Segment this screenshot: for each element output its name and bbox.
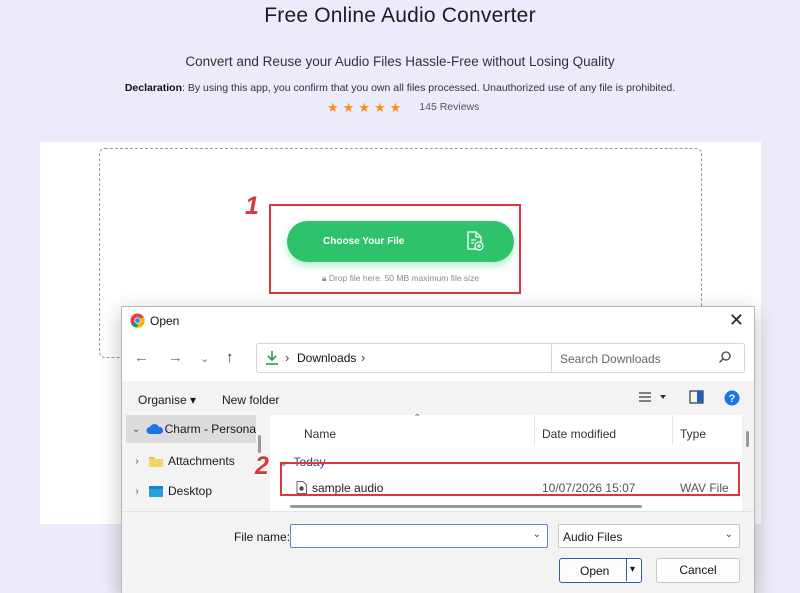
rating: ★ ★ ★ ★ ★ 145 Reviews	[327, 99, 479, 115]
navigation-pane: ⌄ Charm - Persona › Attachments › Deskto…	[126, 415, 256, 511]
svg-text:?: ?	[729, 393, 736, 405]
dialog-toolbar: Organise ▾ New folder ?	[122, 381, 754, 415]
nav-item-attachments[interactable]: › Attachments	[126, 447, 256, 475]
split-divider	[626, 559, 627, 581]
reviews-count[interactable]: 145 Reviews	[419, 101, 479, 113]
column-divider[interactable]	[672, 415, 673, 445]
column-header-name[interactable]: Name	[304, 427, 336, 441]
new-folder-button[interactable]: New folder	[222, 393, 279, 407]
file-name-field[interactable]: ⌄	[290, 524, 548, 548]
column-divider[interactable]	[534, 415, 535, 445]
star-icon: ★	[358, 99, 370, 115]
open-file-dialog: Open ✕ ← → ⌄ ↑ › Downloads › ⌄ ↻ Organis…	[121, 306, 755, 593]
star-icon: ★	[389, 99, 402, 115]
forward-arrow-icon[interactable]: →	[168, 349, 183, 366]
page-title: Free Online Audio Converter	[264, 4, 536, 27]
recent-locations-chevron-icon[interactable]: ⌄	[200, 352, 209, 365]
expand-chevron-icon[interactable]: ›	[126, 456, 148, 467]
up-arrow-icon[interactable]: ↑	[226, 349, 234, 366]
callout-number-2: 2	[255, 452, 269, 480]
star-icon: ★	[373, 99, 386, 115]
navigation-bar: ← → ⌄ ↑ › Downloads › ⌄ ↻	[122, 335, 754, 381]
organise-menu[interactable]: Organise ▾	[138, 393, 196, 407]
collapse-chevron-icon[interactable]: ⌄	[126, 424, 146, 435]
file-type-value: Audio Files	[563, 530, 623, 544]
expand-chevron-icon[interactable]: ›	[126, 486, 148, 497]
open-button[interactable]: Open ▾	[559, 558, 642, 583]
page-subtitle: Convert and Reuse your Audio Files Hassl…	[185, 54, 615, 69]
desktop-folder-icon	[148, 485, 168, 498]
declaration-label: Declaration	[124, 82, 182, 94]
breadcrumb-downloads[interactable]: Downloads	[297, 351, 356, 365]
file-name-input[interactable]	[295, 527, 515, 545]
breadcrumb-separator-icon: ›	[285, 350, 290, 365]
close-icon[interactable]: ✕	[729, 310, 744, 331]
file-type-select[interactable]: Audio Files ⌄	[558, 524, 740, 548]
search-input[interactable]	[560, 352, 710, 366]
cloud-icon	[146, 423, 164, 435]
nav-item-charm[interactable]: ⌄ Charm - Persona	[126, 415, 256, 443]
back-arrow-icon[interactable]: ←	[134, 349, 149, 366]
dialog-footer: File name: ⌄ Audio Files ⌄ Open ▾ Cancel	[122, 511, 754, 593]
nav-item-label: Attachments	[168, 454, 235, 468]
nav-item-desktop[interactable]: › Desktop	[126, 477, 256, 505]
chevron-down-icon[interactable]: ⌄	[725, 529, 733, 540]
search-icon[interactable]	[718, 350, 732, 369]
folder-icon	[148, 455, 168, 468]
download-icon	[265, 350, 279, 371]
vertical-scrollbar[interactable]	[746, 431, 749, 447]
declaration: Declaration: By using this app, you conf…	[0, 82, 800, 94]
preview-pane-icon[interactable]	[689, 390, 704, 409]
star-icon: ★	[327, 99, 339, 115]
callout-number-1: 1	[245, 192, 259, 220]
horizontal-scrollbar[interactable]	[290, 505, 642, 508]
help-icon[interactable]: ?	[724, 390, 740, 411]
column-header-type[interactable]: Type	[680, 427, 706, 441]
breadcrumb-separator-icon[interactable]: ›	[361, 350, 365, 365]
callout-box-1	[269, 204, 521, 294]
open-dropdown-icon[interactable]: ▾	[630, 564, 635, 575]
dialog-titlebar: Open ✕	[122, 307, 754, 335]
column-header-date[interactable]: Date modified	[542, 427, 616, 441]
declaration-text: : By using this app, you confirm that yo…	[182, 82, 676, 94]
chevron-down-icon[interactable]: ⌄	[533, 529, 541, 540]
file-name-label: File name:	[234, 530, 291, 544]
star-icon: ★	[342, 99, 355, 115]
cancel-button[interactable]: Cancel	[656, 558, 740, 583]
view-options-icon[interactable]	[638, 390, 668, 409]
dialog-title: Open	[150, 314, 180, 328]
open-button-label: Open	[580, 564, 610, 578]
nav-item-label: Charm - Persona	[164, 422, 256, 436]
search-box[interactable]	[551, 343, 745, 373]
nav-item-label: Desktop	[168, 484, 213, 498]
callout-box-2	[280, 462, 740, 496]
chrome-icon	[130, 313, 145, 333]
sort-ascending-icon: ⌃	[413, 413, 422, 424]
nav-scrollbar[interactable]	[258, 435, 261, 453]
